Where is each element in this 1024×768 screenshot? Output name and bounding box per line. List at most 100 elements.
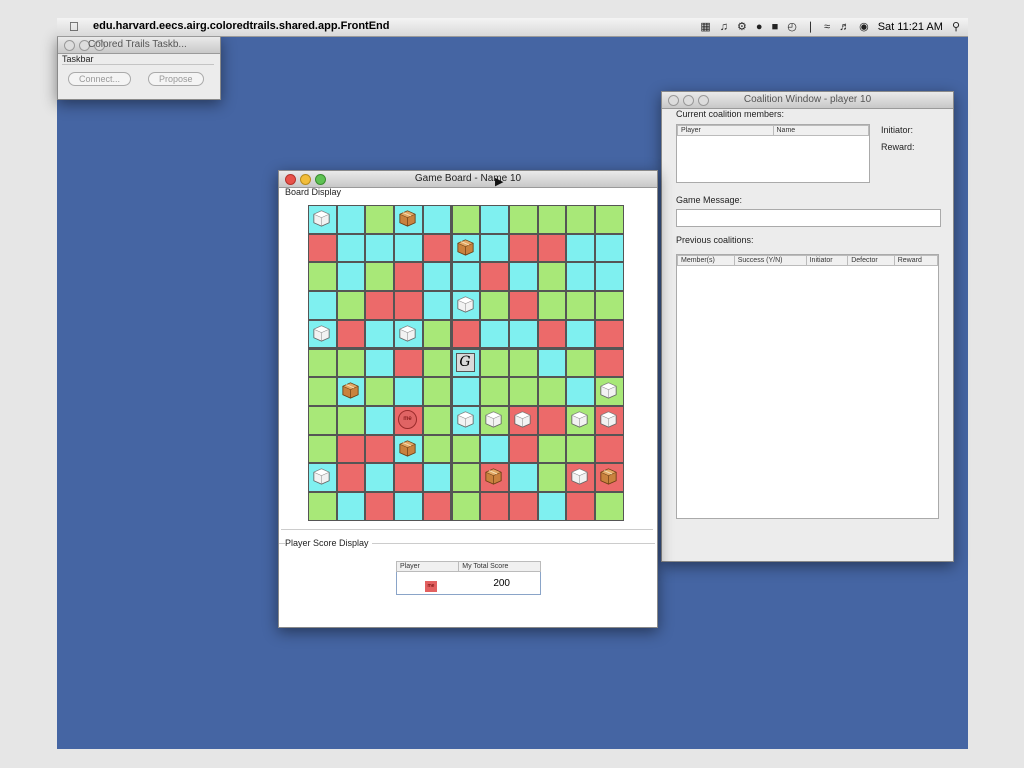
board-cell[interactable] [336,377,366,406]
board-cell[interactable] [595,291,624,320]
board-cell[interactable] [422,377,452,406]
board-cell[interactable] [566,405,595,435]
board-cell[interactable] [365,205,395,234]
board-cell[interactable] [508,377,538,406]
board-cell[interactable] [422,205,452,234]
board-cell[interactable] [394,434,423,464]
board-cell[interactable] [480,233,509,263]
prev-header-defector[interactable]: Defector [847,255,895,266]
board-cell[interactable] [566,348,595,378]
board-cell[interactable] [537,377,567,406]
board-cell[interactable] [537,319,567,349]
board-cell[interactable] [365,405,395,435]
board-cell[interactable] [508,291,538,320]
board-cell[interactable] [480,405,509,435]
board-cell[interactable] [336,463,366,492]
game-board[interactable]: Gme [308,205,624,521]
board-cell[interactable] [566,377,595,406]
gameboard-titlebar[interactable]: Game Board - Name 10 [279,171,657,188]
board-cell[interactable] [365,377,395,406]
board-cell[interactable] [451,492,481,521]
board-cell[interactable] [308,434,337,464]
board-cell[interactable] [566,291,595,320]
board-cell[interactable] [422,405,452,435]
board-cell[interactable] [480,463,509,492]
board-cell[interactable] [365,434,395,464]
board-cell[interactable] [422,348,452,378]
board-cell[interactable] [508,463,538,492]
score-header-player[interactable]: Player [395,561,460,572]
board-cell[interactable] [508,434,538,464]
bluetooth-icon[interactable]: ❘ [806,20,815,33]
board-cell[interactable] [394,463,423,492]
board-cell[interactable] [451,434,481,464]
board-cell[interactable] [595,348,624,378]
board-cell[interactable] [480,291,509,320]
board-cell[interactable] [422,434,452,464]
score-table[interactable]: Player My Total Score me 200 [395,561,541,595]
board-cell[interactable] [566,205,595,234]
board-cell[interactable] [336,492,366,521]
board-cell[interactable] [595,205,624,234]
board-cell[interactable] [394,233,423,263]
board-cell[interactable]: G [451,348,481,378]
board-cell[interactable] [308,205,337,234]
board-cell[interactable] [566,492,595,521]
coalition-titlebar[interactable]: Coalition Window - player 10 [662,92,953,109]
board-cell[interactable] [595,492,624,521]
board-cell[interactable] [537,233,567,263]
board-cell[interactable] [308,377,337,406]
board-cell[interactable] [566,434,595,464]
board-cell[interactable] [537,348,567,378]
sync-icon[interactable]: ⚙ [737,20,747,33]
time-machine-icon[interactable]: ◴ [787,20,797,33]
score-header-total[interactable]: My Total Score [458,561,541,572]
board-cell[interactable] [451,463,481,492]
board-cell[interactable] [508,233,538,263]
board-cell[interactable] [365,492,395,521]
board-cell[interactable] [595,405,624,435]
board-cell[interactable] [365,319,395,349]
board-cell[interactable] [451,233,481,263]
board-cell[interactable] [308,319,337,349]
board-cell[interactable] [537,492,567,521]
board-cell[interactable] [595,319,624,349]
prev-header-success[interactable]: Success (Y/N) [733,255,807,266]
board-cell[interactable] [508,205,538,234]
board-cell[interactable] [365,233,395,263]
screen-icon[interactable]: ▦ [700,20,710,33]
board-cell[interactable] [336,291,366,320]
music-icon[interactable]: ♫ [720,21,728,33]
wifi-icon[interactable]: ≈ [824,21,830,33]
board-cell[interactable] [480,434,509,464]
board-cell[interactable] [566,233,595,263]
board-cell[interactable] [566,463,595,492]
board-cell[interactable] [422,233,452,263]
board-cell[interactable] [336,405,366,435]
board-cell[interactable] [451,291,481,320]
player-token[interactable]: me [398,409,418,429]
board-cell[interactable] [336,262,366,292]
board-cell[interactable] [508,319,538,349]
prev-header-initiator[interactable]: Initiator [805,255,849,266]
board-cell[interactable] [365,348,395,378]
propose-button[interactable]: Propose [148,72,204,86]
board-cell[interactable] [537,262,567,292]
board-cell[interactable] [595,434,624,464]
board-cell[interactable] [566,319,595,349]
board-cell[interactable] [480,348,509,378]
app-menu[interactable]: edu.harvard.eecs.airg.coloredtrails.shar… [93,20,389,32]
board-cell[interactable] [422,262,452,292]
board-cell[interactable] [336,233,366,263]
board-cell[interactable] [308,262,337,292]
board-cell[interactable] [365,262,395,292]
board-cell[interactable] [451,377,481,406]
board-cell[interactable] [394,492,423,521]
board-cell[interactable] [422,291,452,320]
board-cell[interactable] [422,319,452,349]
app-status-icon[interactable]: ■ [772,21,779,33]
spotlight-search-icon[interactable]: ⚲ [952,20,960,33]
input-icon[interactable]: ◉ [859,20,869,33]
board-cell[interactable] [508,262,538,292]
board-cell[interactable] [480,205,509,234]
